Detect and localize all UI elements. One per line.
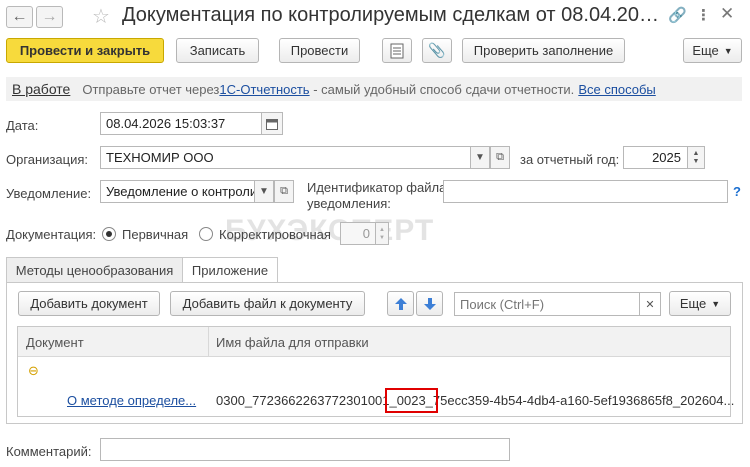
year-spinner[interactable]: ▲ ▼ <box>687 146 705 169</box>
paperclip-icon: 📎 <box>428 42 446 58</box>
save-button[interactable]: Записать <box>176 38 259 63</box>
group-collapse-icon[interactable]: ⊖ <box>28 363 39 379</box>
doc-type-label: Документация: <box>6 227 97 242</box>
more-button[interactable]: Еще ▼ <box>683 38 742 63</box>
favorite-star-icon[interactable]: ☆ <box>92 4 110 29</box>
column-header-filename[interactable]: Имя файла для отправки <box>216 335 369 350</box>
filename-highlight: _0023_ <box>384 388 438 413</box>
open-icon: ⧉ <box>496 151 504 163</box>
calendar-icon <box>266 118 278 130</box>
corrective-number-field[interactable]: 0 <box>340 222 376 245</box>
column-divider <box>208 327 209 357</box>
comment-label: Комментарий: <box>6 444 92 459</box>
spin-down-icon[interactable]: ▼ <box>693 158 700 166</box>
forward-button[interactable]: → <box>36 6 63 28</box>
post-button[interactable]: Провести <box>279 38 360 63</box>
chevron-down-icon: ▼ <box>723 45 733 56</box>
info-bar: В работе Отправьте отчет через 1С-Отчетн… <box>6 77 742 101</box>
info-text-before: Отправьте отчет через <box>82 81 220 97</box>
column-header-document[interactable]: Документ <box>26 335 84 350</box>
radio-primary[interactable] <box>102 227 116 241</box>
filename-suffix: 75ecc359-4b54-4db4-a160-5ef1936865f8_202… <box>432 393 735 408</box>
status-link[interactable]: В работе <box>12 81 70 97</box>
notice-id-label-line2: уведомления: <box>307 196 391 211</box>
back-button[interactable]: ← <box>6 6 33 28</box>
attachments-more-button[interactable]: Еще ▼ <box>669 291 731 316</box>
arrow-right-icon: → <box>41 8 58 25</box>
table-row[interactable]: О методе определе... 0300_77236622637723… <box>18 385 734 416</box>
more-label: Еще <box>679 296 707 311</box>
move-down-button[interactable] <box>416 291 443 316</box>
attach-button[interactable]: 📎 <box>422 38 452 63</box>
year-field[interactable]: 2025 <box>623 146 688 169</box>
arrow-left-icon: ← <box>11 8 28 25</box>
org-label: Организация: <box>6 152 89 167</box>
list-icon <box>390 43 404 58</box>
spin-down-icon[interactable]: ▼ <box>379 234 385 242</box>
arrow-up-icon <box>394 297 407 310</box>
arrow-down-icon <box>423 297 436 310</box>
date-label: Дата: <box>6 118 39 133</box>
comment-field[interactable] <box>100 438 510 461</box>
search-input[interactable] <box>454 292 640 316</box>
org-field[interactable]: ТЕХНОМИР ООО <box>100 146 472 169</box>
filename-prefix: 0300_7723662263772301001 <box>216 393 390 408</box>
spin-up-icon[interactable]: ▲ <box>379 226 385 234</box>
window-title: Документация по контролируемым сделкам о… <box>122 4 662 26</box>
link-icon[interactable]: 🔗 <box>668 6 687 24</box>
add-document-button[interactable]: Добавить документ <box>18 291 160 316</box>
all-methods-link[interactable]: Все способы <box>578 82 655 97</box>
more-actions-icon[interactable]: ⋮ <box>696 6 711 24</box>
notice-id-label-line1: Идентификатор файла <box>307 180 447 195</box>
open-icon: ⧉ <box>280 185 288 197</box>
move-up-button[interactable] <box>387 291 414 316</box>
notice-open-button[interactable]: ⧉ <box>274 180 294 203</box>
tab-pricing-methods[interactable]: Методы ценообразования <box>6 257 183 283</box>
tab-attachment[interactable]: Приложение <box>182 257 278 283</box>
radio-primary-label: Первичная <box>122 227 189 242</box>
table-header: Документ Имя файла для отправки <box>18 327 730 357</box>
date-field[interactable]: 08.04.2026 15:03:37 <box>100 112 262 135</box>
chevron-down-icon: ▼ <box>259 186 269 197</box>
row-document-link[interactable]: О методе определе... <box>67 393 196 408</box>
year-label: за отчетный год: <box>520 152 620 167</box>
close-icon[interactable]: ✕ <box>720 4 734 24</box>
1c-reporting-link[interactable]: 1С-Отчетность <box>219 82 309 97</box>
more-label: Еще <box>692 43 719 58</box>
corrective-spinner[interactable]: ▲ ▼ <box>375 222 389 245</box>
print-list-button[interactable] <box>382 38 412 63</box>
clear-search-button[interactable]: ✕ <box>639 292 661 316</box>
row-filename: 0300_7723662263772301001_0023_75ecc359-4… <box>216 388 735 413</box>
spin-up-icon[interactable]: ▲ <box>693 150 700 158</box>
radio-corrective-label: Корректировочная <box>219 227 331 242</box>
chevron-down-icon: ▼ <box>711 298 721 309</box>
org-open-button[interactable]: ⧉ <box>490 146 510 169</box>
post-and-close-button[interactable]: Провести и закрыть <box>6 38 164 63</box>
close-icon: ✕ <box>645 298 655 311</box>
add-file-button[interactable]: Добавить файл к документу <box>170 291 365 316</box>
notice-field[interactable]: Уведомление о контроли <box>100 180 256 203</box>
radio-corrective[interactable] <box>199 227 213 241</box>
org-dropdown-button[interactable]: ▼ <box>470 146 490 169</box>
check-fill-button[interactable]: Проверить заполнение <box>462 38 625 63</box>
notice-label: Уведомление: <box>6 186 92 201</box>
attachments-table: Документ Имя файла для отправки ⊖ О мето… <box>17 326 734 417</box>
chevron-down-icon: ▼ <box>475 152 485 163</box>
notice-id-field[interactable] <box>443 180 728 203</box>
help-icon[interactable]: ? <box>733 184 741 199</box>
notice-dropdown-button[interactable]: ▼ <box>254 180 274 203</box>
calendar-button[interactable] <box>261 112 283 135</box>
notice-id-label: Идентификатор файла уведомления: <box>307 180 446 212</box>
info-text-after: - самый удобный способ сдачи отчетности. <box>309 81 575 97</box>
